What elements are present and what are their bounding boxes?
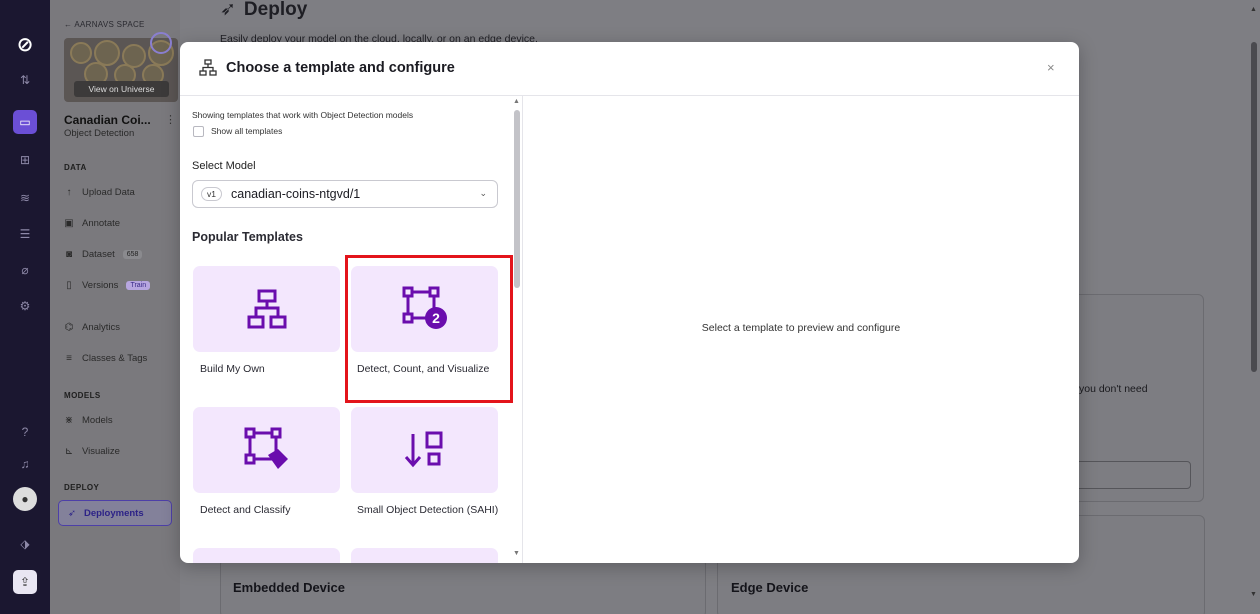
model-select-value: canadian-coins-ntgvd/1 bbox=[231, 187, 361, 201]
project-sidebar: ← AARNAVS SPACE View on Universe Canadia… bbox=[50, 0, 180, 614]
sidebar-item-deployments[interactable]: ➶ Deployments bbox=[58, 500, 172, 526]
sidebar-item-label: Analytics bbox=[82, 322, 121, 333]
embedded-device-title: Embedded Device bbox=[233, 580, 345, 595]
section-models-heading: MODELS bbox=[64, 391, 101, 400]
template-detect-classify[interactable] bbox=[193, 407, 340, 493]
scroll-down-icon[interactable]: ▼ bbox=[1250, 591, 1257, 598]
view-on-universe-button[interactable]: View on Universe bbox=[74, 81, 169, 97]
sidebar-item-label: Dataset bbox=[82, 249, 115, 260]
sidebar-item-versions[interactable]: ▯ Versions Train bbox=[64, 280, 151, 291]
scroll-up-icon[interactable]: ▲ bbox=[1250, 6, 1257, 13]
brush-icon[interactable]: ⌀ bbox=[13, 258, 37, 282]
template-list-scroll-thumb[interactable] bbox=[514, 110, 520, 288]
back-link[interactable]: ← AARNAVS SPACE bbox=[64, 20, 145, 29]
help-icon[interactable]: ? bbox=[13, 420, 37, 444]
model-select[interactable]: v1 canadian-coins-ntgvd/1 ⌄ bbox=[192, 180, 498, 208]
sidebar-item-label: Deployments bbox=[83, 507, 144, 519]
deploy-icon[interactable]: ⬗ bbox=[13, 532, 37, 556]
section-deploy-heading: DEPLOY bbox=[64, 483, 100, 492]
select-model-label: Select Model bbox=[192, 160, 256, 172]
scroll-down-icon[interactable]: ▼ bbox=[513, 550, 520, 557]
modal-header: Choose a template and configure × bbox=[180, 42, 1079, 96]
sitemap-icon bbox=[247, 289, 286, 329]
modal-title: Choose a template and configure bbox=[226, 60, 455, 76]
template-modal: Choose a template and configure × Showin… bbox=[180, 42, 1079, 563]
close-icon[interactable]: × bbox=[1047, 60, 1055, 75]
edge-device-title: Edge Device bbox=[731, 580, 809, 595]
dataset-icon: ◙ bbox=[65, 249, 73, 260]
page-title-text: Deploy bbox=[243, 0, 308, 20]
sidebar-item-classes[interactable]: ≡ Classes & Tags bbox=[64, 353, 147, 364]
stack-icon[interactable]: ☰ bbox=[13, 222, 37, 246]
sidebar-item-visualize[interactable]: ⊾ Visualize bbox=[64, 446, 120, 457]
preview-placeholder: Select a template to preview and configu… bbox=[701, 322, 901, 334]
notifications-icon[interactable]: ♫ bbox=[13, 452, 37, 476]
template-list-panel: Showing templates that work with Object … bbox=[180, 96, 523, 563]
project-type: Object Detection bbox=[64, 128, 135, 139]
models-icon: ⋇ bbox=[64, 415, 74, 426]
template-label: Small Object Detection (SAHI) bbox=[357, 504, 499, 516]
sidebar-item-upload[interactable]: ↑ Upload Data bbox=[64, 187, 135, 198]
arrows-icon[interactable]: ⇅ bbox=[13, 68, 37, 92]
upload-arrow-icon: ↑ bbox=[66, 187, 72, 198]
workflows-icon[interactable]: ⊞ bbox=[13, 148, 37, 172]
visualize-icon: ⊾ bbox=[64, 446, 74, 457]
template-next-row-tile[interactable] bbox=[193, 548, 340, 563]
user-avatar[interactable]: ● bbox=[13, 487, 37, 511]
app-rail: ⊘ ⇅ ▭ ⊞ ≋ ☰ ⌀ ⚙ ? ♫ ● ⬗ ⇪ bbox=[0, 0, 50, 614]
popular-templates-heading: Popular Templates bbox=[192, 230, 303, 244]
template-build-my-own[interactable] bbox=[193, 266, 340, 352]
sidebar-item-label: Classes & Tags bbox=[82, 353, 148, 364]
monitoring-icon[interactable]: ≋ bbox=[13, 186, 37, 210]
project-more-icon[interactable]: ⋮ bbox=[165, 113, 176, 126]
roboflow-logo-icon[interactable]: ⊘ bbox=[9, 28, 41, 60]
template-label: Build My Own bbox=[200, 363, 265, 375]
sidebar-item-label: Visualize bbox=[82, 446, 120, 457]
show-all-label[interactable]: Show all templates bbox=[211, 126, 282, 136]
sidebar-item-analytics[interactable]: ⌬ Analytics bbox=[64, 322, 120, 333]
version-badge: v1 bbox=[201, 187, 222, 201]
scroll-up-icon[interactable]: ▲ bbox=[513, 98, 520, 105]
train-badge[interactable]: Train bbox=[126, 281, 151, 290]
projects-icon[interactable]: ▭ bbox=[13, 110, 37, 134]
sidebar-item-models[interactable]: ⋇ Models bbox=[64, 415, 113, 426]
sidebar-item-label: Upload Data bbox=[82, 187, 135, 198]
template-list-scrollbar[interactable]: ▲ ▼ bbox=[511, 96, 522, 563]
dataset-count-badge: 658 bbox=[122, 250, 143, 259]
page-scrollbar[interactable]: ▲ ▼ bbox=[1250, 6, 1258, 606]
detect-classify-icon bbox=[244, 427, 288, 469]
template-label: Detect and Classify bbox=[200, 504, 291, 516]
analytics-icon: ⌬ bbox=[64, 322, 74, 333]
section-data-heading: DATA bbox=[64, 163, 87, 172]
classes-icon: ≡ bbox=[66, 353, 72, 364]
rocket-icon: ➶ bbox=[68, 507, 76, 519]
sitemap-icon bbox=[199, 59, 217, 76]
sidebar-item-dataset[interactable]: ◙ Dataset 658 bbox=[64, 249, 143, 260]
chevron-down-icon: ⌄ bbox=[479, 188, 487, 198]
versions-icon: ▯ bbox=[66, 280, 72, 291]
sidebar-item-annotate[interactable]: ▣ Annotate bbox=[64, 218, 120, 229]
show-all-checkbox[interactable] bbox=[193, 126, 204, 137]
template-preview-panel: Select a template to preview and configu… bbox=[523, 96, 1079, 563]
page-scroll-thumb[interactable] bbox=[1251, 42, 1257, 372]
card-partial-text: you don't need bbox=[1079, 383, 1148, 395]
sidebar-item-label: Annotate bbox=[82, 218, 121, 229]
project-name: Canadian Coi... bbox=[64, 113, 151, 127]
template-next-row-tile[interactable] bbox=[351, 548, 498, 563]
rocket-icon: ➶ bbox=[220, 0, 236, 20]
upload-icon[interactable]: ⇪ bbox=[13, 570, 37, 594]
small-object-icon bbox=[404, 431, 442, 468]
card-input-field[interactable] bbox=[1060, 461, 1191, 489]
status-ring-icon bbox=[150, 32, 172, 54]
filter-info-text: Showing templates that work with Object … bbox=[192, 110, 414, 120]
settings-icon[interactable]: ⚙ bbox=[13, 294, 37, 318]
page-title: ➶ Deploy bbox=[220, 0, 307, 21]
sidebar-item-label: Versions bbox=[82, 280, 119, 291]
sidebar-item-label: Models bbox=[82, 415, 113, 426]
annotate-icon: ▣ bbox=[64, 218, 74, 229]
template-small-object-detection[interactable] bbox=[351, 407, 498, 493]
selection-highlight-box bbox=[345, 255, 513, 403]
